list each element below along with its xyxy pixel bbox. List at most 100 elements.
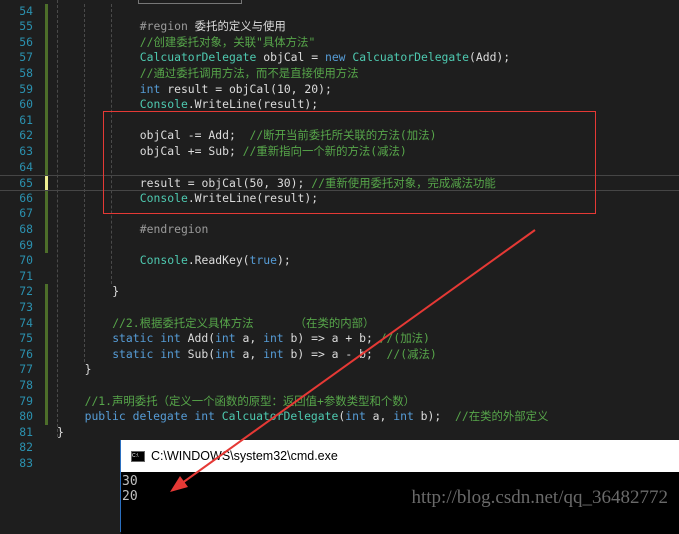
code-line[interactable]: 71	[0, 269, 679, 285]
code-token-tx: a,	[365, 409, 394, 424]
code-token-cm: //(加法)	[379, 331, 430, 346]
code-token-pp: #region	[139, 19, 195, 34]
code-line[interactable]: 75 static int Add(int a, int b) => a + b;…	[0, 331, 679, 347]
line-number: 61	[19, 112, 33, 127]
code-text: #region 委托的定义与使用	[140, 19, 286, 35]
code-line[interactable]: 70 Console.ReadKey(true);	[0, 253, 679, 269]
code-line[interactable]: 58 //通过委托调用方法，而不是直接使用方法	[0, 66, 679, 82]
code-token-kw: int	[160, 346, 181, 361]
code-token-kw: int	[393, 409, 414, 424]
code-token-pp: #endregion	[139, 221, 209, 236]
line-number: 78	[19, 377, 33, 392]
code-token-kw: int	[160, 331, 181, 346]
line-number: 82	[19, 440, 33, 455]
code-text: public delegate int CalcuatorDelegate(in…	[85, 409, 549, 425]
code-text: //2.根据委托定义具体方法 （在类的内部）	[112, 316, 374, 332]
code-token-ty: CalcuatorDelegate	[221, 409, 339, 424]
code-text: #endregion	[140, 222, 209, 238]
code-line[interactable]: 78	[0, 378, 679, 394]
code-token-tx: .WriteLine(result);	[187, 97, 319, 112]
code-token-kw: int	[139, 81, 161, 96]
console-title-bar[interactable]: C:\ C:\WINDOWS\system32\cmd.exe	[121, 440, 679, 472]
console-title: C:\WINDOWS\system32\cmd.exe	[151, 449, 338, 463]
code-text: CalcuatorDelegate objCal = new Calcuator…	[140, 50, 510, 66]
code-token-kw: static	[112, 346, 154, 361]
code-line[interactable]: 74 //2.根据委托定义具体方法 （在类的内部）	[0, 316, 679, 332]
code-line[interactable]: 68 #endregion	[0, 222, 679, 238]
line-number: 60	[19, 97, 33, 112]
code-line[interactable]: 72}	[0, 284, 679, 300]
line-number: 76	[19, 346, 33, 361]
console-window[interactable]: C:\ C:\WINDOWS\system32\cmd.exe 30 20 ht…	[120, 440, 679, 534]
code-token-tx: a,	[235, 331, 264, 346]
code-token-tx: result = objCal(10, 20);	[160, 81, 332, 96]
code-line[interactable]: 76 static int Sub(int a, int b) => a - b;…	[0, 347, 679, 363]
code-line[interactable]: 80 public delegate int CalcuatorDelegate(…	[0, 409, 679, 425]
code-token-cm: //通过委托调用方法，而不是直接使用方法	[139, 65, 359, 80]
code-line[interactable]: 56 //创建委托对象，关联"具体方法"	[0, 35, 679, 51]
line-number: 71	[19, 268, 33, 283]
code-token-cm: //1.声明委托（定义一个函数的原型：返回值+参数类型和个数）	[84, 393, 416, 408]
code-token-tx: }	[57, 424, 64, 439]
code-token-tx: }	[112, 284, 120, 299]
code-token-kw: int	[194, 409, 215, 424]
code-text: }	[112, 284, 119, 300]
code-token-tx	[215, 409, 222, 423]
line-number: 67	[19, 206, 33, 221]
code-token-tx: a,	[235, 346, 264, 361]
code-token-tx: );	[276, 253, 291, 268]
line-number: 74	[19, 315, 33, 330]
code-token-ty: Console	[139, 253, 188, 268]
code-line[interactable]: 59 int result = objCal(10, 20);	[0, 82, 679, 98]
line-number: 69	[19, 237, 33, 252]
code-token-kw: int	[263, 346, 284, 361]
line-number: 77	[19, 362, 33, 377]
line-number: 63	[19, 143, 33, 158]
code-text: //1.声明委托（定义一个函数的原型：返回值+参数类型和个数）	[85, 394, 415, 410]
line-number: 65	[19, 176, 33, 191]
code-text: Console.ReadKey(true);	[140, 253, 291, 269]
code-token-tx: b) => a + b;	[283, 331, 380, 346]
code-token-kw: delegate	[132, 409, 188, 424]
line-number: 57	[19, 50, 33, 65]
code-text: }	[57, 425, 64, 441]
line-number: 64	[19, 159, 33, 174]
code-token-tx: (Add);	[469, 50, 511, 65]
line-number: 54	[19, 3, 33, 18]
code-line[interactable]: 57 CalcuatorDelegate objCal = new Calcuat…	[0, 50, 679, 66]
code-token-tx: Sub(	[180, 346, 216, 361]
code-token-ty: Console	[139, 97, 188, 112]
code-line[interactable]: 81}	[0, 425, 679, 441]
line-number: 59	[19, 81, 33, 96]
line-number: 75	[19, 331, 33, 346]
code-line[interactable]: 54	[0, 4, 679, 20]
code-text: //通过委托调用方法，而不是直接使用方法	[140, 66, 359, 82]
code-line[interactable]: 55 #region 委托的定义与使用	[0, 19, 679, 35]
code-token-ty: CalcuatorDelegate	[139, 50, 257, 65]
code-line[interactable]: 73	[0, 300, 679, 316]
code-line[interactable]: 79 //1.声明委托（定义一个函数的原型：返回值+参数类型和个数）	[0, 394, 679, 410]
cmd-icon: C:\	[131, 450, 145, 462]
line-number: 62	[19, 128, 33, 143]
line-number: 56	[19, 34, 33, 49]
code-text: int result = objCal(10, 20);	[140, 82, 332, 98]
code-token-ty: CalcuatorDelegate	[352, 50, 469, 65]
code-text: static int Add(int a, int b) => a + b; /…	[112, 331, 430, 347]
code-token-kw: int	[215, 346, 236, 361]
line-number: 83	[19, 455, 33, 470]
code-token-tx: .ReadKey(	[187, 253, 250, 268]
line-number: 55	[19, 19, 33, 34]
code-token-kw: int	[263, 331, 284, 346]
code-token-kw: true	[249, 253, 277, 268]
code-token-tx: b);	[413, 409, 455, 424]
line-number: 70	[19, 253, 33, 268]
code-line[interactable]: 69	[0, 238, 679, 254]
code-token-cm: //2.根据委托定义具体方法 （在类的内部）	[112, 315, 375, 330]
console-output: 30 20 http://blog.csdn.net/qq_36482772	[121, 472, 679, 534]
current-line-marker	[45, 176, 48, 190]
code-token-kw: new	[324, 50, 346, 65]
code-token-kw: int	[345, 409, 366, 424]
code-token-cm: //创建委托对象，关联"具体方法"	[139, 34, 316, 49]
code-token-tx: Add(	[180, 331, 216, 346]
code-line[interactable]: 77}	[0, 362, 679, 378]
